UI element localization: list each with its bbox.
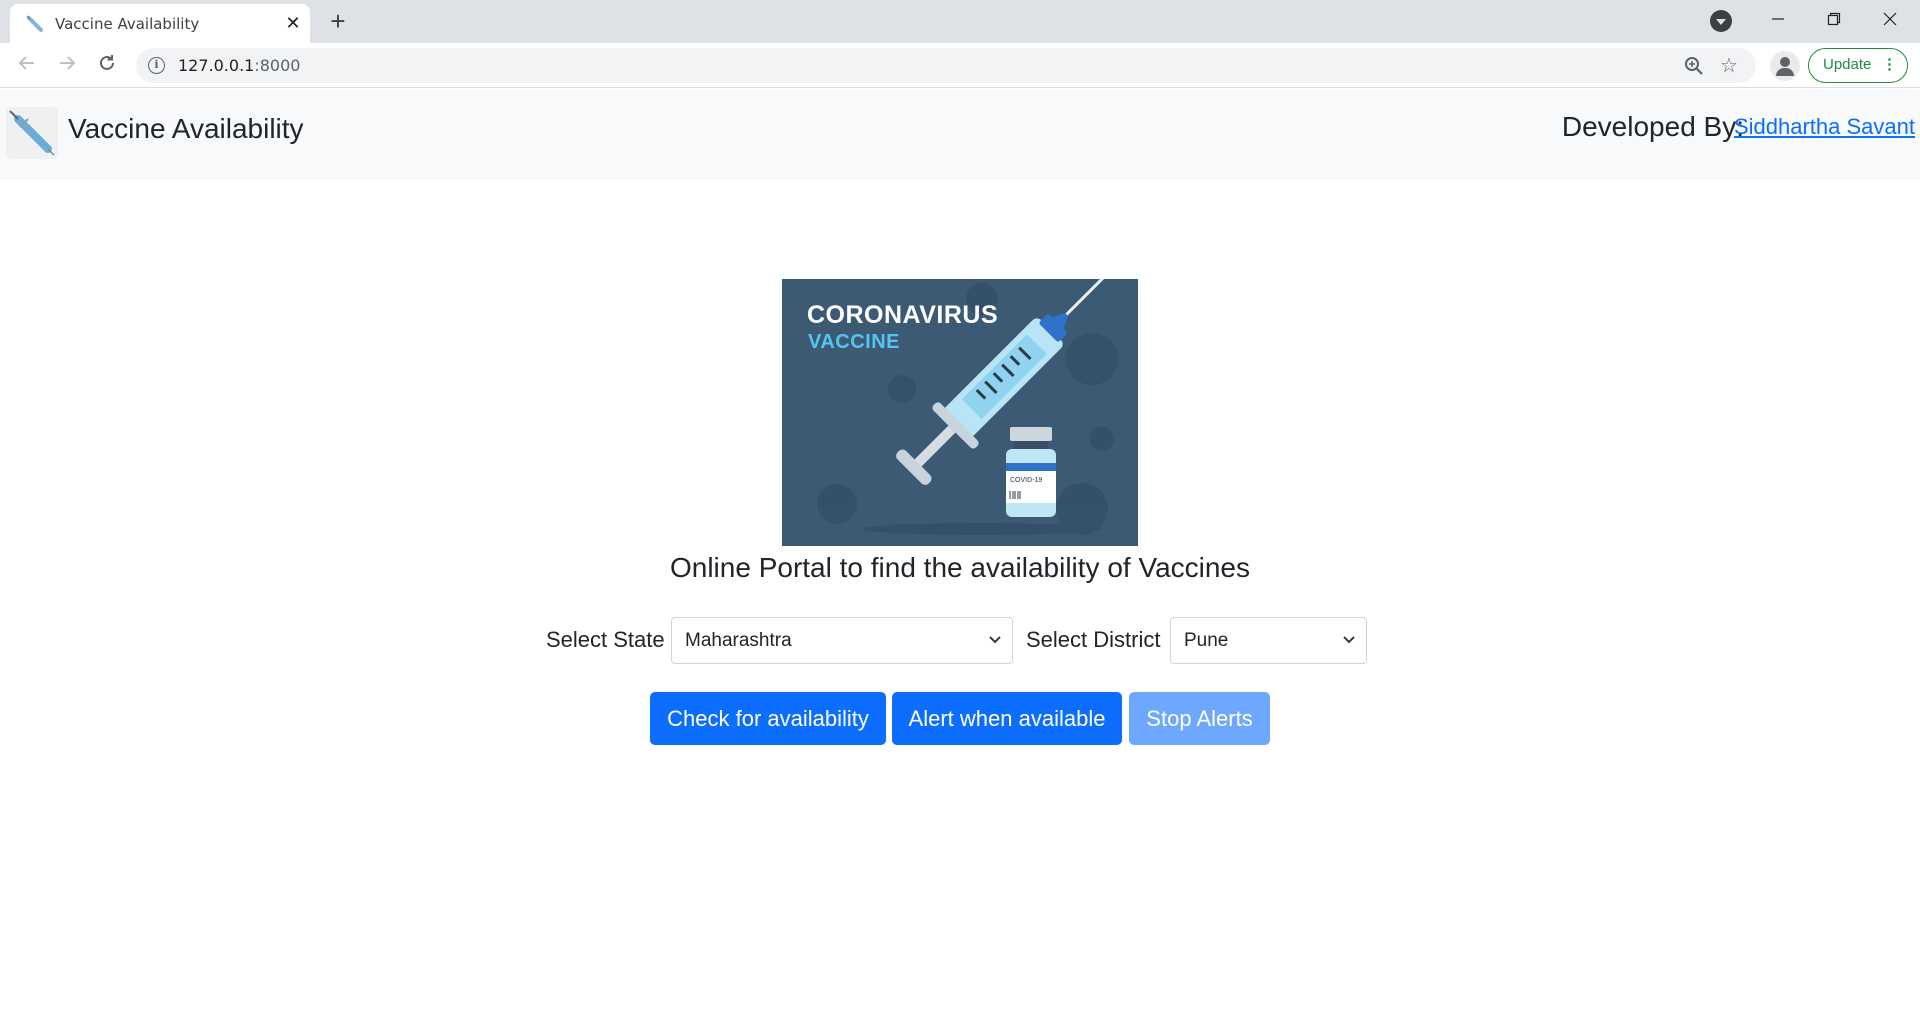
developed-by-label: Developed By: — [1561, 111, 1744, 142]
new-tab-icon[interactable]: + — [324, 8, 352, 36]
zoom-icon[interactable] — [1682, 54, 1706, 78]
reload-icon[interactable] — [92, 51, 122, 81]
state-label: Select State — [546, 627, 665, 652]
browser-tabstrip: Vaccine Availability ✕ + — [0, 0, 1920, 43]
stop-alerts-button[interactable]: Stop Alerts — [1129, 692, 1270, 745]
tab-search-icon[interactable] — [1710, 10, 1732, 32]
site-navbar: Vaccine Availability Developed By: Siddh… — [0, 89, 1920, 180]
portal-tagline: Online Portal to find the availability o… — [669, 552, 1250, 583]
profile-avatar-icon[interactable] — [1770, 51, 1800, 81]
district-select-value: Pune — [1184, 630, 1229, 651]
bookmark-star-icon[interactable]: ☆ — [1720, 53, 1738, 78]
minimize-icon[interactable] — [1750, 0, 1806, 40]
site-info-icon[interactable]: i — [148, 57, 165, 74]
district-select[interactable]: Pune — [1170, 617, 1367, 664]
state-select-value: Maharashtra — [685, 630, 792, 651]
more-menu-icon[interactable]: ⋮ — [1882, 49, 1897, 81]
check-availability-button[interactable]: Check for availability — [650, 692, 886, 745]
restore-icon[interactable] — [1806, 0, 1862, 40]
tab-title: Vaccine Availability — [55, 15, 200, 33]
vaccine-hero-image: COVID-19 CORONAVIRUS VACCINE — [782, 279, 1138, 546]
address-bar[interactable]: i 127.0.0.1:8000 ☆ — [136, 48, 1756, 83]
hero-subtitle: VACCINE — [808, 331, 901, 353]
tab-close-icon[interactable]: ✕ — [282, 12, 304, 34]
browser-toolbar: i 127.0.0.1:8000 ☆ Update ⋮ — [0, 43, 1920, 88]
update-button[interactable]: Update ⋮ — [1808, 48, 1908, 83]
close-window-icon[interactable] — [1862, 0, 1918, 40]
alert-when-available-button[interactable]: Alert when available — [892, 692, 1122, 745]
brand-title[interactable]: Vaccine Availability — [68, 113, 304, 145]
vial-label: COVID-19 — [1010, 477, 1042, 484]
chevron-down-icon — [989, 636, 1001, 644]
syringe-favicon-icon — [26, 15, 43, 32]
browser-tab[interactable]: Vaccine Availability ✕ — [10, 4, 310, 43]
back-icon[interactable] — [12, 51, 42, 81]
forward-icon[interactable] — [52, 51, 82, 81]
district-label: Select District — [1026, 627, 1161, 652]
hero-title: CORONAVIRUS — [807, 301, 999, 329]
syringe-logo-icon[interactable] — [6, 107, 58, 159]
chevron-down-icon — [1343, 636, 1355, 644]
url-text[interactable]: 127.0.0.1:8000 — [178, 56, 300, 75]
state-select[interactable]: Maharashtra — [671, 617, 1013, 664]
developer-link[interactable]: Siddhartha Savant — [1734, 114, 1915, 140]
